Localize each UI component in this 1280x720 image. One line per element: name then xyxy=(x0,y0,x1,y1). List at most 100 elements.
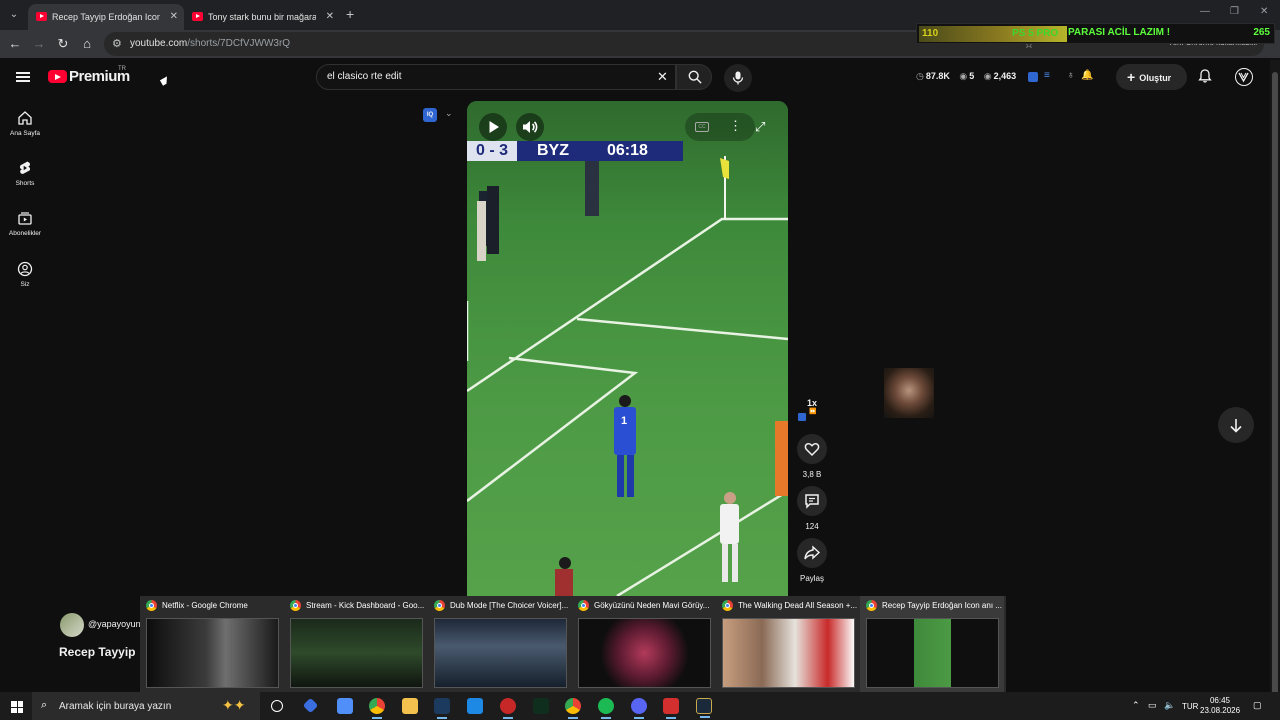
sidebar-item-label: Siz xyxy=(20,281,30,288)
cortana-icon[interactable] xyxy=(271,700,283,712)
windows-taskbar: ⌕ Aramak için buraya yazın ✦✦ ⌃ ▭ 🔈 TUR … xyxy=(0,692,1280,720)
search-button[interactable] xyxy=(676,64,712,90)
volume-button[interactable] xyxy=(516,113,544,141)
league-icon[interactable] xyxy=(696,698,712,718)
spotify-icon[interactable] xyxy=(598,698,614,719)
preview-walking-dead[interactable]: The Walking Dead All Season +... xyxy=(716,596,860,692)
search-placeholder: Aramak için buraya yazın xyxy=(59,701,172,712)
app-red-icon[interactable] xyxy=(663,698,679,719)
preview-gokyuzu[interactable]: Gökyüzünü Neden Mavi Görüy... xyxy=(572,596,716,692)
notifications-bell-icon[interactable] xyxy=(1198,69,1212,83)
reload-icon[interactable]: ↻ xyxy=(54,35,72,53)
sidebar-item-you[interactable]: Siz xyxy=(4,261,46,288)
system-clock[interactable]: 06:45 23.08.2026 xyxy=(1200,696,1240,716)
iq-extension-icon[interactable] xyxy=(1028,72,1038,82)
chrome-active-icon[interactable] xyxy=(565,698,581,719)
app-red-circle-icon[interactable] xyxy=(500,698,516,719)
file-explorer-icon[interactable] xyxy=(402,698,418,714)
tab-close-icon[interactable]: ✕ xyxy=(326,4,334,30)
preview-title: Stream - Kick Dashboard - Goo... xyxy=(306,601,425,610)
more-options-icon[interactable]: ⋮ xyxy=(729,118,742,134)
sidebar-item-subscriptions[interactable]: Abonelikler xyxy=(4,210,46,237)
account-avatar[interactable] xyxy=(1235,68,1253,86)
chrome-icon xyxy=(722,600,733,611)
scrollbar-thumb[interactable] xyxy=(1272,72,1278,720)
home-icon[interactable]: ⌂ xyxy=(78,35,96,53)
new-tab-button[interactable]: + xyxy=(346,6,354,22)
chrome-icon[interactable] xyxy=(369,698,385,719)
youtube-logo-icon xyxy=(48,70,67,83)
page-scrollbar[interactable] xyxy=(1270,60,1280,720)
play-button[interactable] xyxy=(479,113,507,141)
preview-dub-mode[interactable]: Dub Mode [The Choicer Voicer]... xyxy=(428,596,572,692)
next-video-button[interactable] xyxy=(1218,407,1254,443)
preview-title: Gökyüzünü Neden Mavi Görüy... xyxy=(594,601,710,610)
minimize-icon[interactable]: — xyxy=(1200,6,1210,17)
channel-handle[interactable]: @yapayoyun xyxy=(88,619,141,629)
captions-icon[interactable]: CC xyxy=(695,122,709,132)
taskbar-search-input[interactable]: ⌕ Aramak için buraya yazın ✦✦ xyxy=(32,692,260,720)
pin-extension-icon[interactable]: ♁ xyxy=(1067,70,1075,81)
shorts-video-player[interactable]: CC ⋮ ⤢ 0 - 3 BYZ 06:18 1 xyxy=(467,101,788,596)
network-icon[interactable]: ▭ xyxy=(1148,700,1157,711)
windows-start-icon[interactable] xyxy=(11,701,23,713)
store-icon[interactable] xyxy=(337,698,353,714)
tab-tony-stark[interactable]: Tony stark bunu bir mağarada y ✕ xyxy=(184,4,340,30)
sidebar-item-label: Shorts xyxy=(15,180,35,187)
short-title[interactable]: Recep Tayyip xyxy=(59,645,135,659)
chrome-icon xyxy=(434,600,445,611)
team-code: BYZ xyxy=(537,142,569,159)
steam-icon[interactable] xyxy=(434,698,450,719)
like-button[interactable]: 3,8 B xyxy=(797,434,827,479)
volume-tray-icon[interactable]: 🔈 xyxy=(1164,700,1175,711)
app-blue-icon[interactable] xyxy=(467,698,483,714)
overlay-ps-label: PS 5 PRO xyxy=(1012,28,1059,39)
youtube-favicon-icon xyxy=(192,12,203,21)
guide-menu-icon[interactable] xyxy=(16,70,32,84)
sidebar-item-shorts[interactable]: Shorts xyxy=(4,160,46,187)
chevron-down-icon[interactable]: ⌄ xyxy=(445,108,453,119)
sidebar-item-home[interactable]: Ana Sayfa xyxy=(4,110,46,137)
tab-search-button[interactable]: ⌄ xyxy=(6,7,22,23)
language-indicator[interactable]: TUR xyxy=(1182,702,1198,711)
iq-extension-button[interactable]: IQ xyxy=(423,108,437,122)
channel-avatar[interactable] xyxy=(60,613,84,637)
scoreboard-overlay: 0 - 3 BYZ 06:18 xyxy=(467,141,683,161)
fullscreen-icon[interactable]: ⤢ xyxy=(755,119,765,135)
tab-close-icon[interactable]: ✕ xyxy=(170,4,178,30)
preview-recep-tayyip[interactable]: Recep Tayyip Erdoğan Icon anı ... xyxy=(860,596,1004,692)
comments-button[interactable]: 124 xyxy=(797,486,827,531)
microphone-icon xyxy=(732,71,744,85)
floating-webcam-thumbnail xyxy=(884,368,934,418)
maximize-icon[interactable]: ❐ xyxy=(1230,6,1239,17)
playback-speed[interactable]: 1x ⏩ xyxy=(798,398,817,421)
avatar-logo-icon xyxy=(1238,72,1249,83)
tab-recep[interactable]: Recep Tayyip Erdoğan Icon anı ✕ xyxy=(28,4,184,30)
create-button[interactable]: + Oluştur xyxy=(1116,64,1187,90)
you-icon xyxy=(17,261,33,277)
goalkeeper-number: 1 xyxy=(621,415,628,427)
clock-time: 06:45 xyxy=(1209,696,1231,705)
notification-center-icon[interactable]: ▢ xyxy=(1253,700,1262,711)
preview-netflix[interactable]: Netflix - Google Chrome xyxy=(140,596,284,692)
notification-extension-icon[interactable]: 🔔 xyxy=(1081,70,1093,81)
close-window-icon[interactable]: ✕ xyxy=(1260,6,1268,17)
list-extension-icon[interactable]: ≡ xyxy=(1044,70,1050,81)
voice-search-button[interactable] xyxy=(724,64,752,92)
like-heart-icon xyxy=(804,442,820,457)
preview-title: The Walking Dead All Season +... xyxy=(738,601,858,610)
share-button[interactable]: Paylaş xyxy=(797,538,827,583)
back-icon[interactable]: ← xyxy=(6,35,24,53)
app-diamond-icon[interactable] xyxy=(302,697,319,714)
app-green-icon[interactable] xyxy=(533,698,549,714)
site-info-icon[interactable]: ⚙ xyxy=(112,37,122,50)
tab-title: Recep Tayyip Erdoğan Icon anı xyxy=(52,12,160,22)
chrome-icon xyxy=(290,600,301,611)
discord-icon[interactable] xyxy=(631,698,647,719)
comment-icon xyxy=(805,494,819,509)
search-input[interactable]: el clasico rte edit ✕ xyxy=(316,64,676,90)
clear-search-icon[interactable]: ✕ xyxy=(657,69,668,85)
preview-kick-dashboard[interactable]: Stream - Kick Dashboard - Goo... xyxy=(284,596,428,692)
forward-icon[interactable]: → xyxy=(30,35,48,53)
tray-chevron-up-icon[interactable]: ⌃ xyxy=(1132,700,1140,711)
